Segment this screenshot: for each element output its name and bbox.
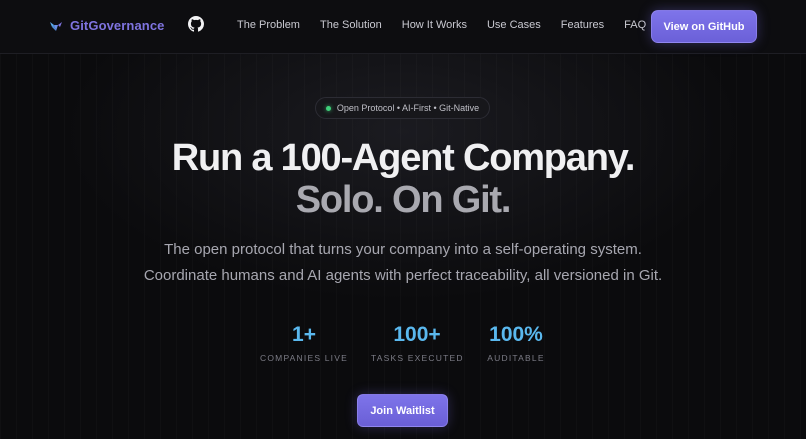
nav-links: The Problem The Solution How It Works Us… [237, 19, 666, 31]
stat-label: AUDITABLE [487, 353, 545, 363]
stat-value: 100+ [393, 323, 441, 346]
nav-link-how-it-works[interactable]: How It Works [402, 19, 467, 31]
headline-primary: Run a 100-Agent Company. [171, 137, 636, 179]
top-navigation: GitGovernance The Problem The Solution H… [0, 0, 806, 54]
nav-link-faq[interactable]: FAQ [624, 19, 646, 31]
headline-secondary: Solo. On Git. [295, 179, 512, 221]
page: GitGovernance The Problem The Solution H… [0, 0, 806, 439]
nav-link-the-problem[interactable]: The Problem [237, 19, 300, 31]
subtitle-line-1: The open protocol that turns your compan… [164, 241, 642, 258]
status-dot-icon [325, 105, 331, 111]
brand-name: GitGovernance [70, 18, 165, 33]
stat-auditable: 100% AUDITABLE [476, 323, 556, 363]
nav-link-use-cases[interactable]: Use Cases [487, 19, 541, 31]
badge-text: Open Protocol • AI-First • Git-Native [336, 103, 480, 113]
nav-link-the-solution[interactable]: The Solution [320, 19, 382, 31]
brand-link[interactable]: GitGovernance [49, 18, 165, 33]
view-on-github-button[interactable]: View on GitHub [651, 10, 757, 43]
stat-tasks-executed: 100+ TASKS EXECUTED [371, 323, 463, 363]
github-icon[interactable] [188, 16, 204, 32]
stat-value: 1+ [292, 323, 316, 346]
stat-label: TASKS EXECUTED [371, 353, 464, 363]
stat-value: 100% [489, 323, 543, 346]
gitgovernance-logo-icon [50, 21, 62, 31]
protocol-badge: Open Protocol • AI-First • Git-Native [315, 97, 490, 119]
stat-label: COMPANIES LIVE [260, 353, 348, 363]
stat-companies-live: 1+ COMPANIES LIVE [258, 323, 350, 363]
join-waitlist-button[interactable]: Join Waitlist [357, 394, 448, 427]
subtitle-line-2: Coordinate humans and AI agents with per… [143, 267, 663, 284]
nav-link-features[interactable]: Features [561, 19, 604, 31]
